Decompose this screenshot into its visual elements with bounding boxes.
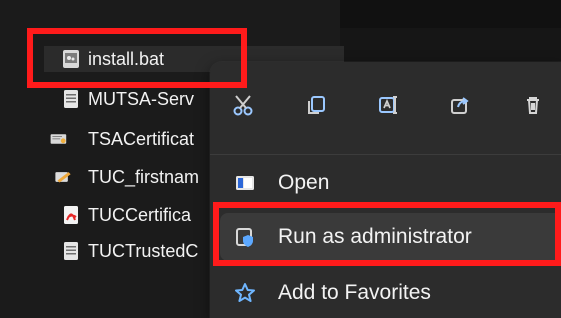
- delete-icon: [521, 93, 545, 117]
- star-icon: [234, 282, 256, 304]
- context-menu: Open Run as administrator Add to Favorit…: [210, 62, 561, 318]
- batch-file-icon: [62, 49, 80, 69]
- file-row-tsacertificate[interactable]: TSACertificat: [50, 126, 194, 152]
- file-name: TSACertificat: [88, 128, 195, 149]
- copy-icon: [304, 93, 328, 117]
- file-name: install.bat: [88, 48, 165, 69]
- rename-button[interactable]: [373, 87, 403, 123]
- file-row-mutsa-serv[interactable]: MUTSA-Serv: [62, 86, 194, 112]
- menu-item-label: Add to Favorites: [278, 281, 431, 304]
- cut-button[interactable]: [228, 87, 258, 123]
- menu-item-add-to-favorites[interactable]: Add to Favorites: [220, 269, 561, 317]
- screenshot-stage: install.bat MUTSA-Serv TSACertificat TUC…: [0, 0, 561, 318]
- quick-actions: [228, 82, 548, 128]
- text-file-icon: [62, 241, 80, 261]
- file-row-tuccertifica[interactable]: TUCCertifica: [62, 202, 191, 228]
- shield-icon: [234, 226, 256, 248]
- file-row-tuctrustedc[interactable]: TUCTrustedC: [62, 238, 198, 264]
- delete-button[interactable]: [518, 87, 548, 123]
- menu-divider: [210, 154, 561, 155]
- file-name: TUCCertifica: [88, 204, 192, 225]
- menu-item-label: Open: [278, 171, 330, 194]
- menu-item-label: Run as administrator: [278, 225, 472, 248]
- open-icon: [234, 172, 256, 194]
- menu-item-run-as-administrator[interactable]: Run as administrator: [220, 213, 561, 261]
- menu-item-open[interactable]: Open: [220, 159, 561, 207]
- file-name: TUC_firstnam: [88, 166, 200, 187]
- pdf-file-icon: [62, 205, 80, 225]
- text-file-icon: [62, 89, 80, 109]
- share-icon: [448, 93, 472, 117]
- certificate-file-icon: [50, 129, 80, 149]
- file-name: TUCTrustedC: [88, 240, 199, 261]
- share-button[interactable]: [445, 87, 475, 123]
- file-row-tuc-firstnam[interactable]: TUC_firstnam: [54, 164, 199, 190]
- file-name: MUTSA-Serv: [88, 88, 195, 109]
- cut-icon: [231, 93, 255, 117]
- script-file-icon: [54, 167, 80, 187]
- rename-icon: [376, 93, 400, 117]
- copy-button[interactable]: [300, 87, 330, 123]
